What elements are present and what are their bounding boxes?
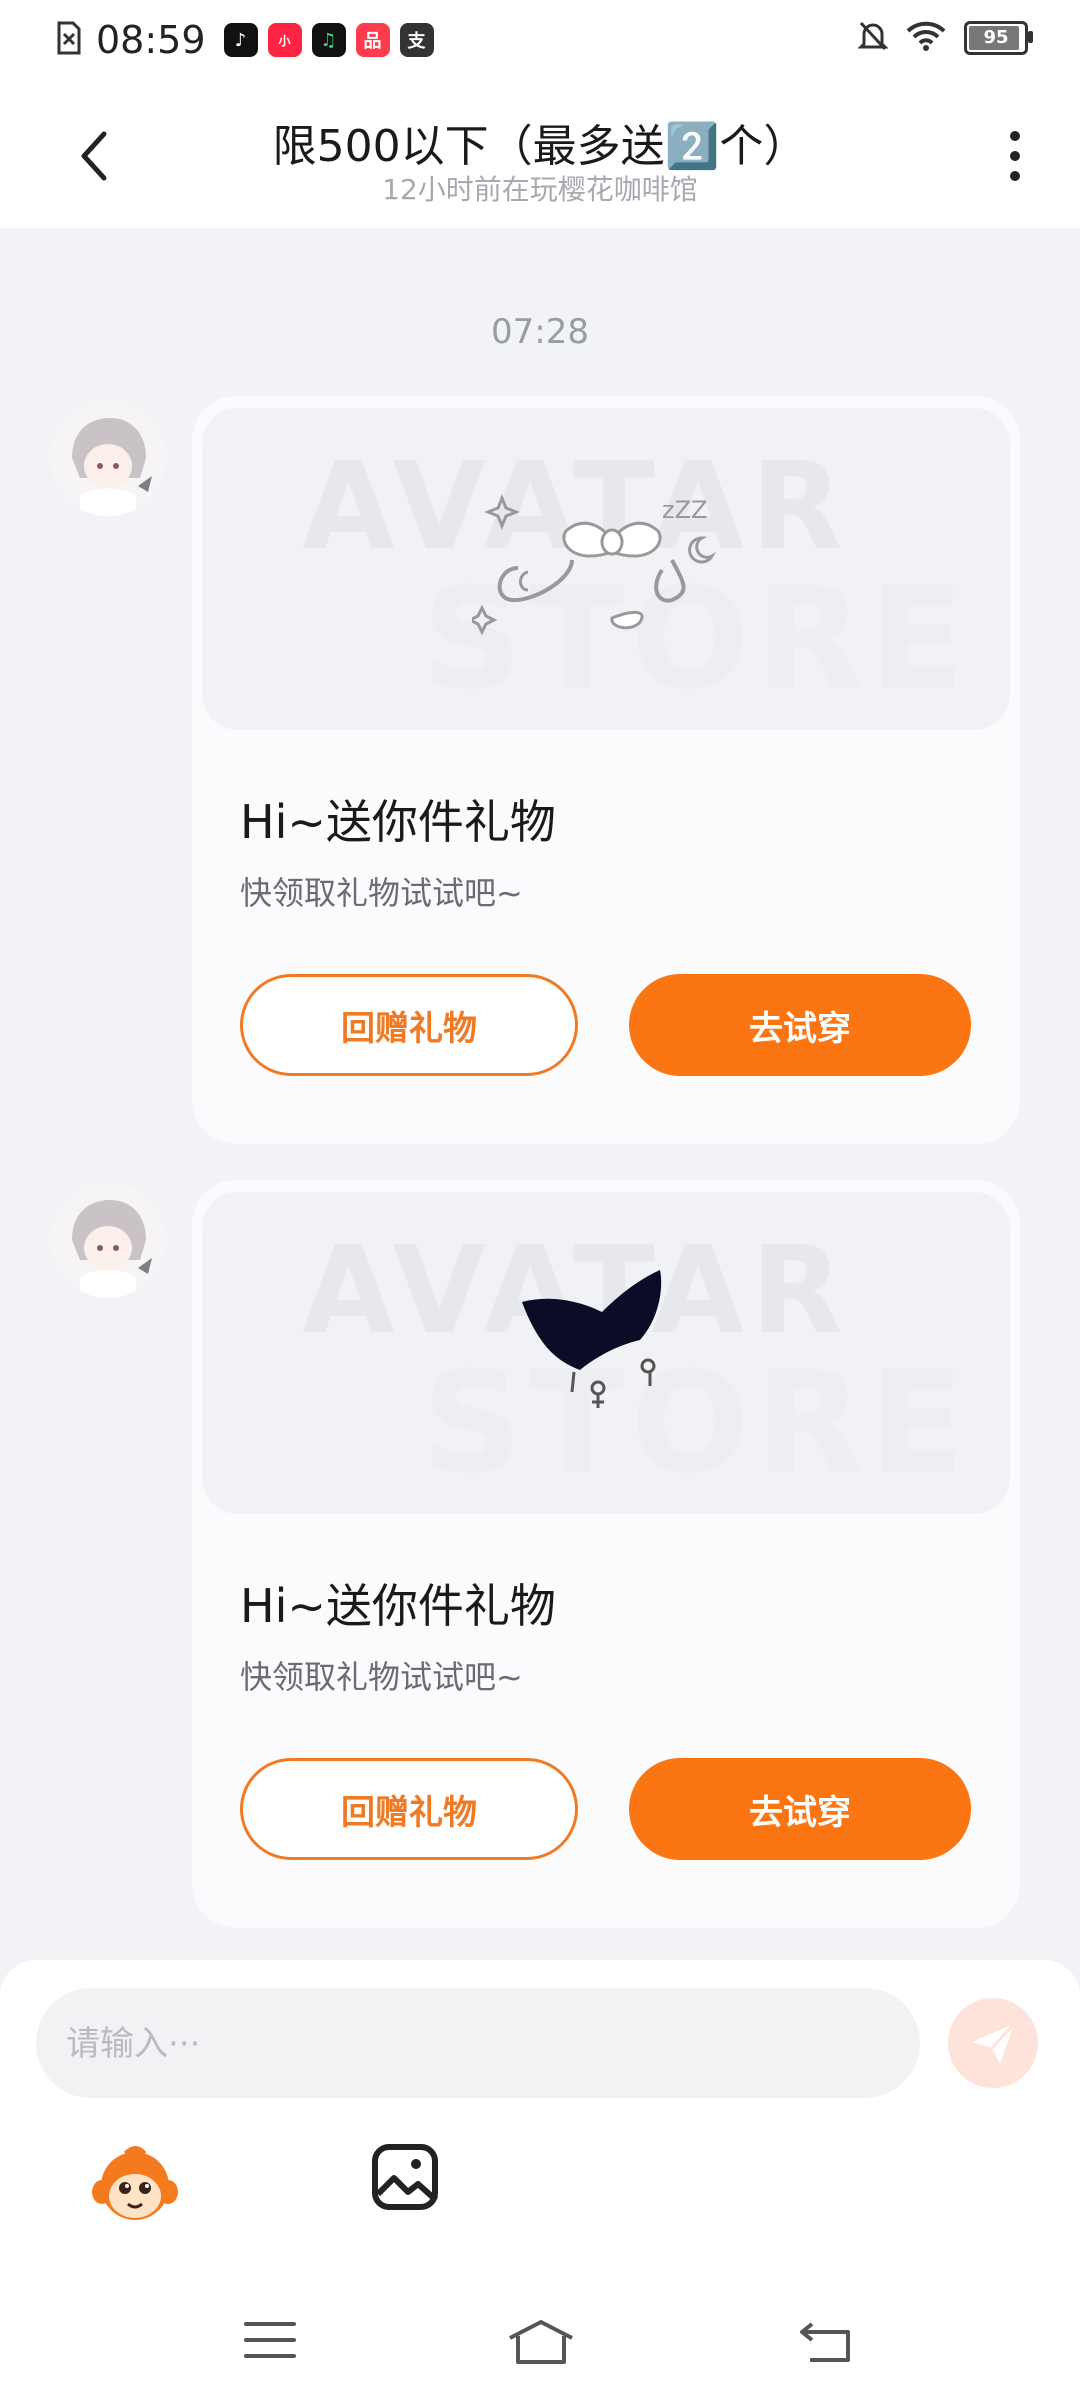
menu-icon bbox=[244, 2322, 296, 2358]
shop-icon: 品 bbox=[355, 23, 390, 57]
sim-error-icon bbox=[56, 21, 82, 59]
gift-message-card: AVATAR STORE zZZ Hi~送你件礼物 快领取礼物试试吧~ 回赠礼物… bbox=[192, 396, 1020, 1144]
more-options-button[interactable] bbox=[1000, 126, 1030, 186]
anime-avatar-icon bbox=[50, 400, 166, 516]
gift-subtitle: 快领取礼物试试吧~ bbox=[240, 1658, 523, 1696]
gift-subtitle: 快领取礼物试试吧~ bbox=[240, 874, 523, 912]
wifi-icon bbox=[906, 21, 946, 55]
status-bar: 08:59 ♪ 小 ♫ 品 支 95 bbox=[0, 0, 1080, 80]
try-on-button[interactable]: 去试穿 bbox=[629, 974, 971, 1076]
menu-nav-button[interactable] bbox=[240, 2316, 300, 2366]
page-title: 限500以下（最多送2️⃣个） bbox=[272, 121, 808, 172]
image-icon bbox=[372, 2144, 438, 2210]
image-picker-button[interactable] bbox=[370, 2142, 440, 2212]
gift-title: Hi~送你件礼物 bbox=[240, 795, 556, 849]
battery-icon: 95 bbox=[964, 21, 1033, 55]
home-nav-button[interactable] bbox=[506, 2316, 573, 2366]
xiaohongshu-icon: 小 bbox=[267, 23, 302, 57]
message-input-container[interactable] bbox=[36, 1988, 920, 2100]
return-gift-button[interactable]: 回赠礼物 bbox=[240, 974, 578, 1076]
gift-title: Hi~送你件礼物 bbox=[240, 1579, 556, 1633]
sender-avatar[interactable] bbox=[50, 400, 166, 516]
emoji-mascot-button[interactable] bbox=[90, 2140, 180, 2230]
gift-preview[interactable]: AVATAR STORE bbox=[202, 1192, 1010, 1514]
chat-header: 限500以下（最多送2️⃣个） 12小时前在玩樱花咖啡馆 bbox=[0, 80, 1080, 228]
battery-level: 95 bbox=[983, 27, 1009, 48]
black-bow-gender-charm-icon bbox=[522, 1270, 662, 1408]
message-input[interactable] bbox=[64, 1988, 888, 2100]
home-icon bbox=[509, 2320, 573, 2364]
svg-text:zZZ: zZZ bbox=[662, 496, 707, 524]
send-button[interactable] bbox=[948, 1998, 1038, 2088]
gift-message-card: AVATAR STORE Hi~送你件礼物 快领取礼物试试吧~ 回赠礼物 去试穿 bbox=[192, 1180, 1020, 1928]
gift-preview[interactable]: AVATAR STORE zZZ bbox=[202, 408, 1010, 730]
status-time: 08:59 bbox=[96, 18, 206, 62]
tiktok-icon: ♪ bbox=[223, 23, 258, 57]
page-subtitle: 12小时前在玩樱花咖啡馆 bbox=[382, 173, 698, 206]
more-vertical-icon bbox=[1010, 131, 1020, 181]
anime-avatar-icon bbox=[50, 1182, 166, 1298]
music-icon: ♫ bbox=[311, 23, 346, 57]
bow-glasses-chain-icon: zZZ bbox=[472, 493, 717, 636]
monkey-mascot-icon bbox=[92, 2146, 178, 2220]
send-icon bbox=[972, 2022, 1016, 2064]
message-timestamp: 07:28 bbox=[491, 312, 589, 352]
try-on-button[interactable]: 去试穿 bbox=[629, 1758, 971, 1860]
chat-area[interactable]: 07:28 AVATAR STORE zZZ Hi~送你件礼物 快领取礼物试试吧… bbox=[0, 228, 1080, 1960]
back-icon bbox=[800, 2322, 850, 2362]
alipay-icon: 支 bbox=[399, 23, 434, 57]
system-nav-bar bbox=[0, 2280, 1080, 2400]
mute-icon bbox=[857, 20, 889, 56]
sender-avatar[interactable] bbox=[50, 1182, 166, 1298]
return-gift-button[interactable]: 回赠礼物 bbox=[240, 1758, 578, 1860]
back-nav-button[interactable] bbox=[796, 2316, 856, 2366]
